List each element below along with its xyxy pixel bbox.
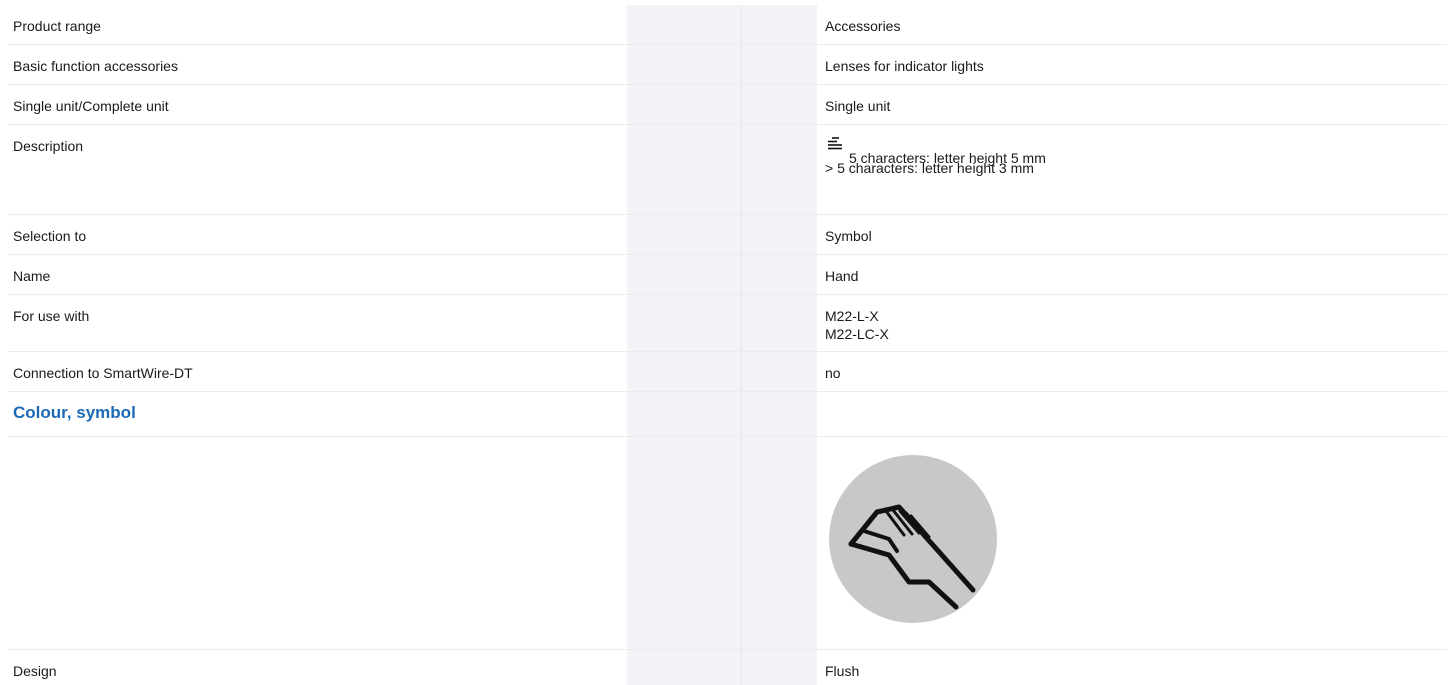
spacer-column (627, 392, 741, 436)
row-smartwire: Connection to SmartWire-DT no (8, 352, 1447, 392)
spacer-column (627, 5, 741, 44)
row-product-range: Product range Accessories (8, 5, 1447, 45)
spacer-column (627, 255, 741, 294)
label-unit: Single unit/Complete unit (13, 98, 169, 114)
value-product-range: Accessories (825, 18, 901, 34)
description-line-1: 5 characters: letter height 5 mm (825, 137, 1447, 166)
row-unit: Single unit/Complete unit Single unit (8, 85, 1447, 125)
spacer-column (627, 215, 741, 254)
use-with-item: M22-LC-X (825, 326, 889, 342)
label-name: Name (13, 268, 51, 284)
spacer-column (627, 85, 741, 124)
row-design: Design Flush (8, 650, 1447, 685)
spacer-column (741, 392, 817, 436)
row-use-with: For use with M22-L-X M22-LC-X (8, 295, 1447, 352)
label-smartwire: Connection to SmartWire-DT (13, 365, 193, 381)
spacer-column (627, 45, 741, 84)
spacer-column (741, 45, 817, 84)
spacer-column (741, 255, 817, 294)
row-selection: Selection to Symbol (8, 215, 1447, 255)
value-unit: Single unit (825, 98, 891, 114)
spacer-column (741, 437, 817, 649)
spacer-column (741, 215, 817, 254)
label-use-with: For use with (13, 308, 90, 324)
value-basic-function: Lenses for indicator lights (825, 58, 984, 74)
value-smartwire: no (825, 365, 841, 381)
spacer-column (627, 352, 741, 391)
section-title: Colour, symbol (13, 403, 136, 422)
spacer-column (741, 5, 817, 44)
spacer-column (741, 125, 817, 214)
spacer-column (741, 295, 817, 351)
spacer-column (741, 650, 817, 685)
row-description: Description 5 characters: letter height … (8, 125, 1447, 215)
row-section-colour-symbol: Colour, symbol (8, 392, 1447, 437)
value-selection: Symbol (825, 228, 872, 244)
description-text-1: 5 characters: letter height 5 mm (849, 150, 1046, 166)
spacer-column (627, 650, 741, 685)
label-symbol-empty (8, 437, 627, 649)
section-value-empty (817, 392, 1447, 436)
use-with-item: M22-L-X (825, 308, 879, 324)
hand-symbol-icon (829, 455, 997, 623)
label-selection: Selection to (13, 228, 87, 244)
label-basic-function: Basic function accessories (13, 58, 178, 74)
row-basic-function: Basic function accessories Lenses for in… (8, 45, 1447, 85)
spacer-column (627, 437, 741, 649)
value-description: 5 characters: letter height 5 mm > 5 cha… (817, 125, 1447, 214)
value-design: Flush (825, 663, 860, 679)
label-description: Description (13, 138, 84, 154)
text-lines-icon (828, 137, 842, 150)
label-product-range: Product range (13, 18, 101, 34)
spacer-column (741, 352, 817, 391)
row-name: Name Hand (8, 255, 1447, 295)
spacer-column (741, 85, 817, 124)
spacer-column (627, 125, 741, 214)
symbol-image (829, 455, 997, 623)
spacer-column (627, 295, 741, 351)
label-design: Design (13, 663, 57, 679)
value-symbol (817, 437, 1447, 649)
value-use-with: M22-L-X M22-LC-X (817, 295, 1447, 351)
row-symbol-image (8, 437, 1447, 650)
product-attributes-table: Product range Accessories Basic function… (8, 5, 1447, 685)
value-name: Hand (825, 268, 859, 284)
